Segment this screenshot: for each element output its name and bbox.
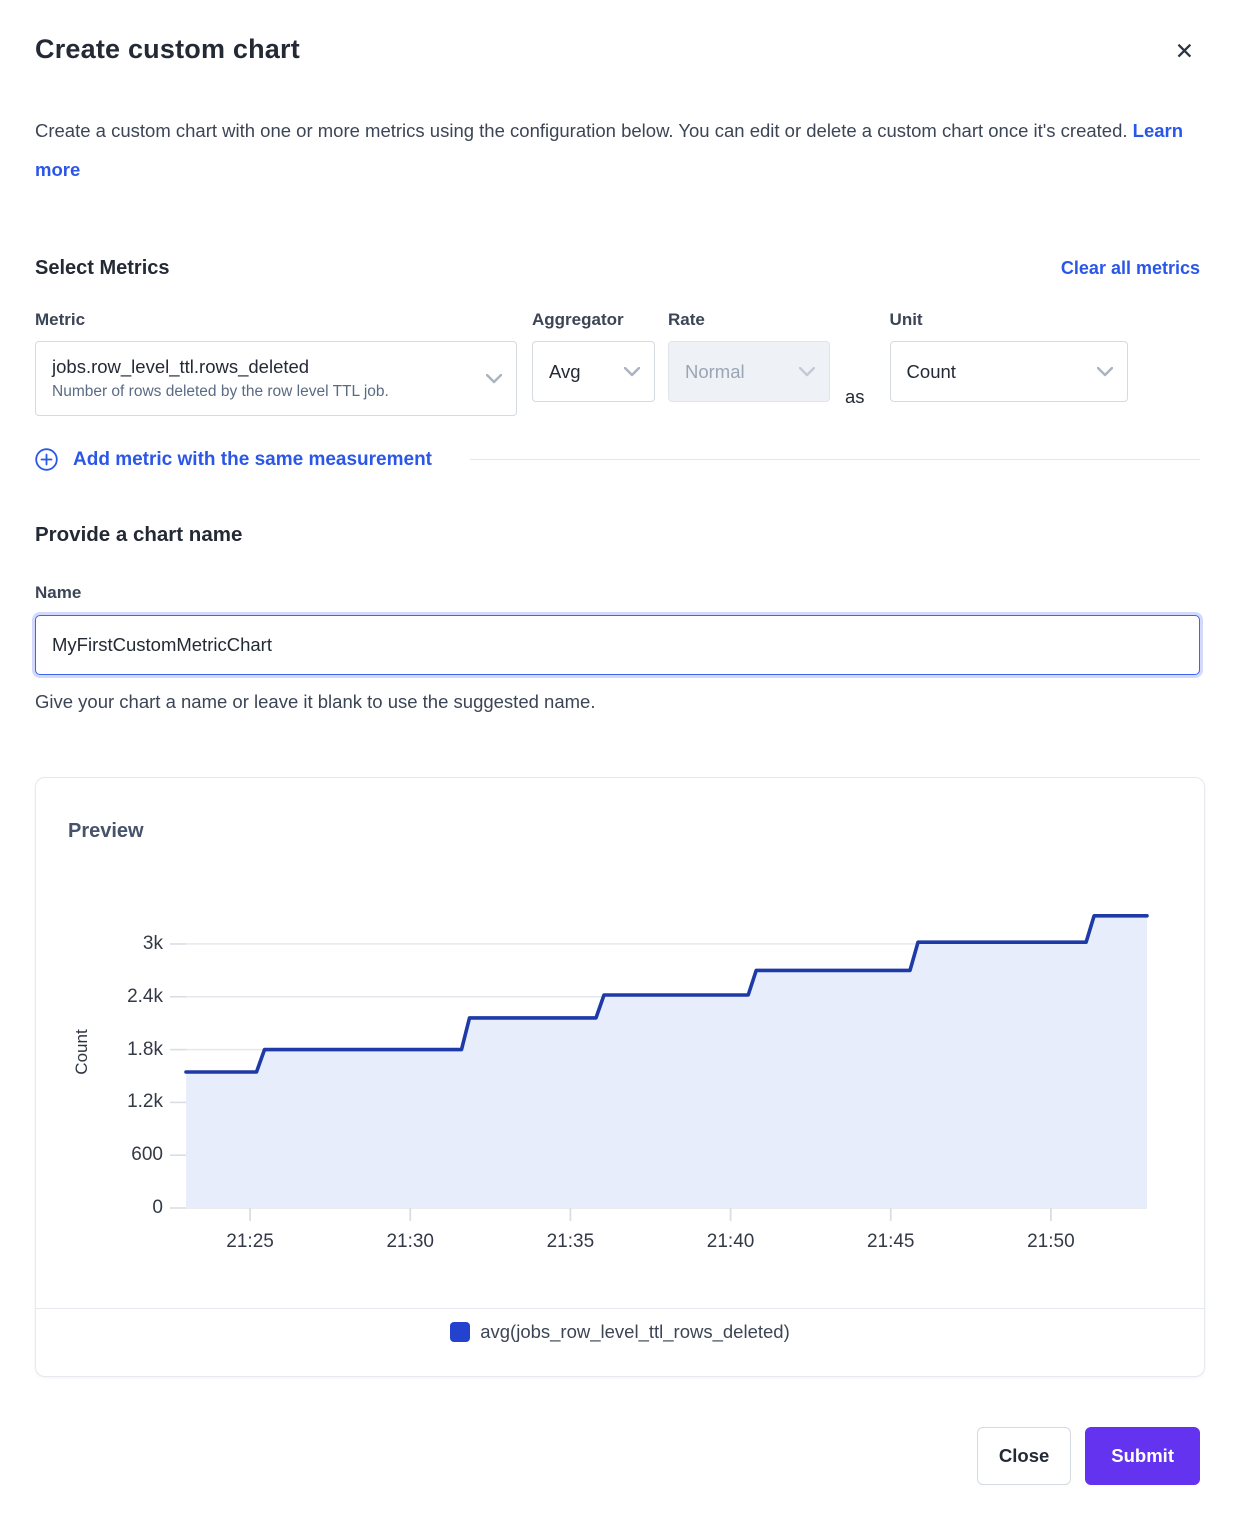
create-custom-chart-dialog: Create custom chart ✕ Create a custom ch… xyxy=(0,0,1236,1538)
aggregator-field-group: Aggregator Avg xyxy=(532,310,655,402)
legend-divider xyxy=(36,1308,1204,1309)
aggregator-select[interactable]: Avg xyxy=(532,341,655,402)
chevron-down-icon xyxy=(624,367,640,377)
x-tick-label: 21:45 xyxy=(841,1231,941,1253)
x-tick-label: 21:30 xyxy=(360,1231,460,1253)
aggregator-select-value: Avg xyxy=(549,361,612,383)
unit-select[interactable]: Count xyxy=(890,341,1128,402)
metric-label: Metric xyxy=(35,310,517,330)
y-tick-label: 2.4k xyxy=(36,986,163,1008)
close-icon[interactable]: ✕ xyxy=(1169,36,1200,67)
chevron-down-icon xyxy=(486,374,502,384)
dialog-title: Create custom chart xyxy=(35,34,300,65)
chevron-down-icon xyxy=(799,367,815,377)
add-metric-row: Add metric with the same measurement xyxy=(35,448,1200,471)
chart-name-section-title: Provide a chart name xyxy=(35,523,1200,547)
preview-card: Preview 0 600 1.2k 1.8k 2.4k 3k 21:25 21:30 21:… xyxy=(35,777,1205,1377)
description-text: Create a custom chart with one or more m… xyxy=(35,120,1128,141)
x-tick-label: 21:25 xyxy=(200,1231,300,1253)
clear-all-metrics-link[interactable]: Clear all metrics xyxy=(1061,258,1200,279)
aggregator-label: Aggregator xyxy=(532,310,655,330)
y-axis-title: Count xyxy=(72,1020,92,1084)
dialog-footer: Close Submit xyxy=(35,1427,1200,1485)
rate-select-disabled: Normal xyxy=(668,341,830,402)
unit-field-group: Unit Count xyxy=(890,310,1128,402)
metric-config-row: Metric jobs.row_level_ttl.rows_deleted N… xyxy=(35,310,1200,416)
add-metric-link[interactable]: Add metric with the same measurement xyxy=(35,448,432,471)
x-tick-label: 21:40 xyxy=(681,1231,781,1253)
x-tick-label: 21:35 xyxy=(520,1231,620,1253)
legend-label: avg(jobs_row_level_ttl_rows_deleted) xyxy=(480,1321,790,1343)
name-label: Name xyxy=(35,583,1200,603)
chart-legend: avg(jobs_row_level_ttl_rows_deleted) xyxy=(36,1321,1204,1343)
y-tick-label: 600 xyxy=(36,1144,163,1166)
preview-title: Preview xyxy=(68,820,144,843)
rate-select-value: Normal xyxy=(685,361,787,383)
unit-label: Unit xyxy=(890,310,1128,330)
metric-field-group: Metric jobs.row_level_ttl.rows_deleted N… xyxy=(35,310,517,416)
rate-label: Rate xyxy=(668,310,830,330)
name-helper-text: Give your chart a name or leave it blank… xyxy=(35,691,1200,713)
close-button[interactable]: Close xyxy=(977,1427,1071,1485)
unit-select-value: Count xyxy=(907,361,1085,383)
add-metric-link-label: Add metric with the same measurement xyxy=(73,449,432,471)
preview-plot-svg xyxy=(186,888,1147,1222)
horizontal-divider xyxy=(470,459,1200,460)
select-metrics-title: Select Metrics xyxy=(35,257,170,280)
select-metrics-header: Select Metrics Clear all metrics xyxy=(35,257,1200,280)
y-tick-label: 1.8k xyxy=(36,1039,163,1061)
y-tick-label: 3k xyxy=(36,933,163,955)
as-label: as xyxy=(845,386,865,408)
dialog-header: Create custom chart ✕ xyxy=(35,34,1200,67)
chart-name-input[interactable] xyxy=(35,615,1200,675)
x-tick-label: 21:50 xyxy=(1001,1231,1101,1253)
y-tick-label: 1.2k xyxy=(36,1091,163,1113)
plus-circle-icon xyxy=(35,448,58,471)
y-tick-label: 0 xyxy=(36,1197,163,1219)
metric-select[interactable]: jobs.row_level_ttl.rows_deleted Number o… xyxy=(35,341,517,416)
chevron-down-icon xyxy=(1097,367,1113,377)
metric-select-value: jobs.row_level_ttl.rows_deleted xyxy=(52,356,474,378)
rate-field-group: Rate Normal xyxy=(668,310,830,402)
dialog-description: Create a custom chart with one or more m… xyxy=(35,111,1185,189)
legend-swatch xyxy=(450,1322,470,1342)
metric-select-description: Number of rows deleted by the row level … xyxy=(52,383,474,401)
submit-button[interactable]: Submit xyxy=(1085,1427,1200,1485)
